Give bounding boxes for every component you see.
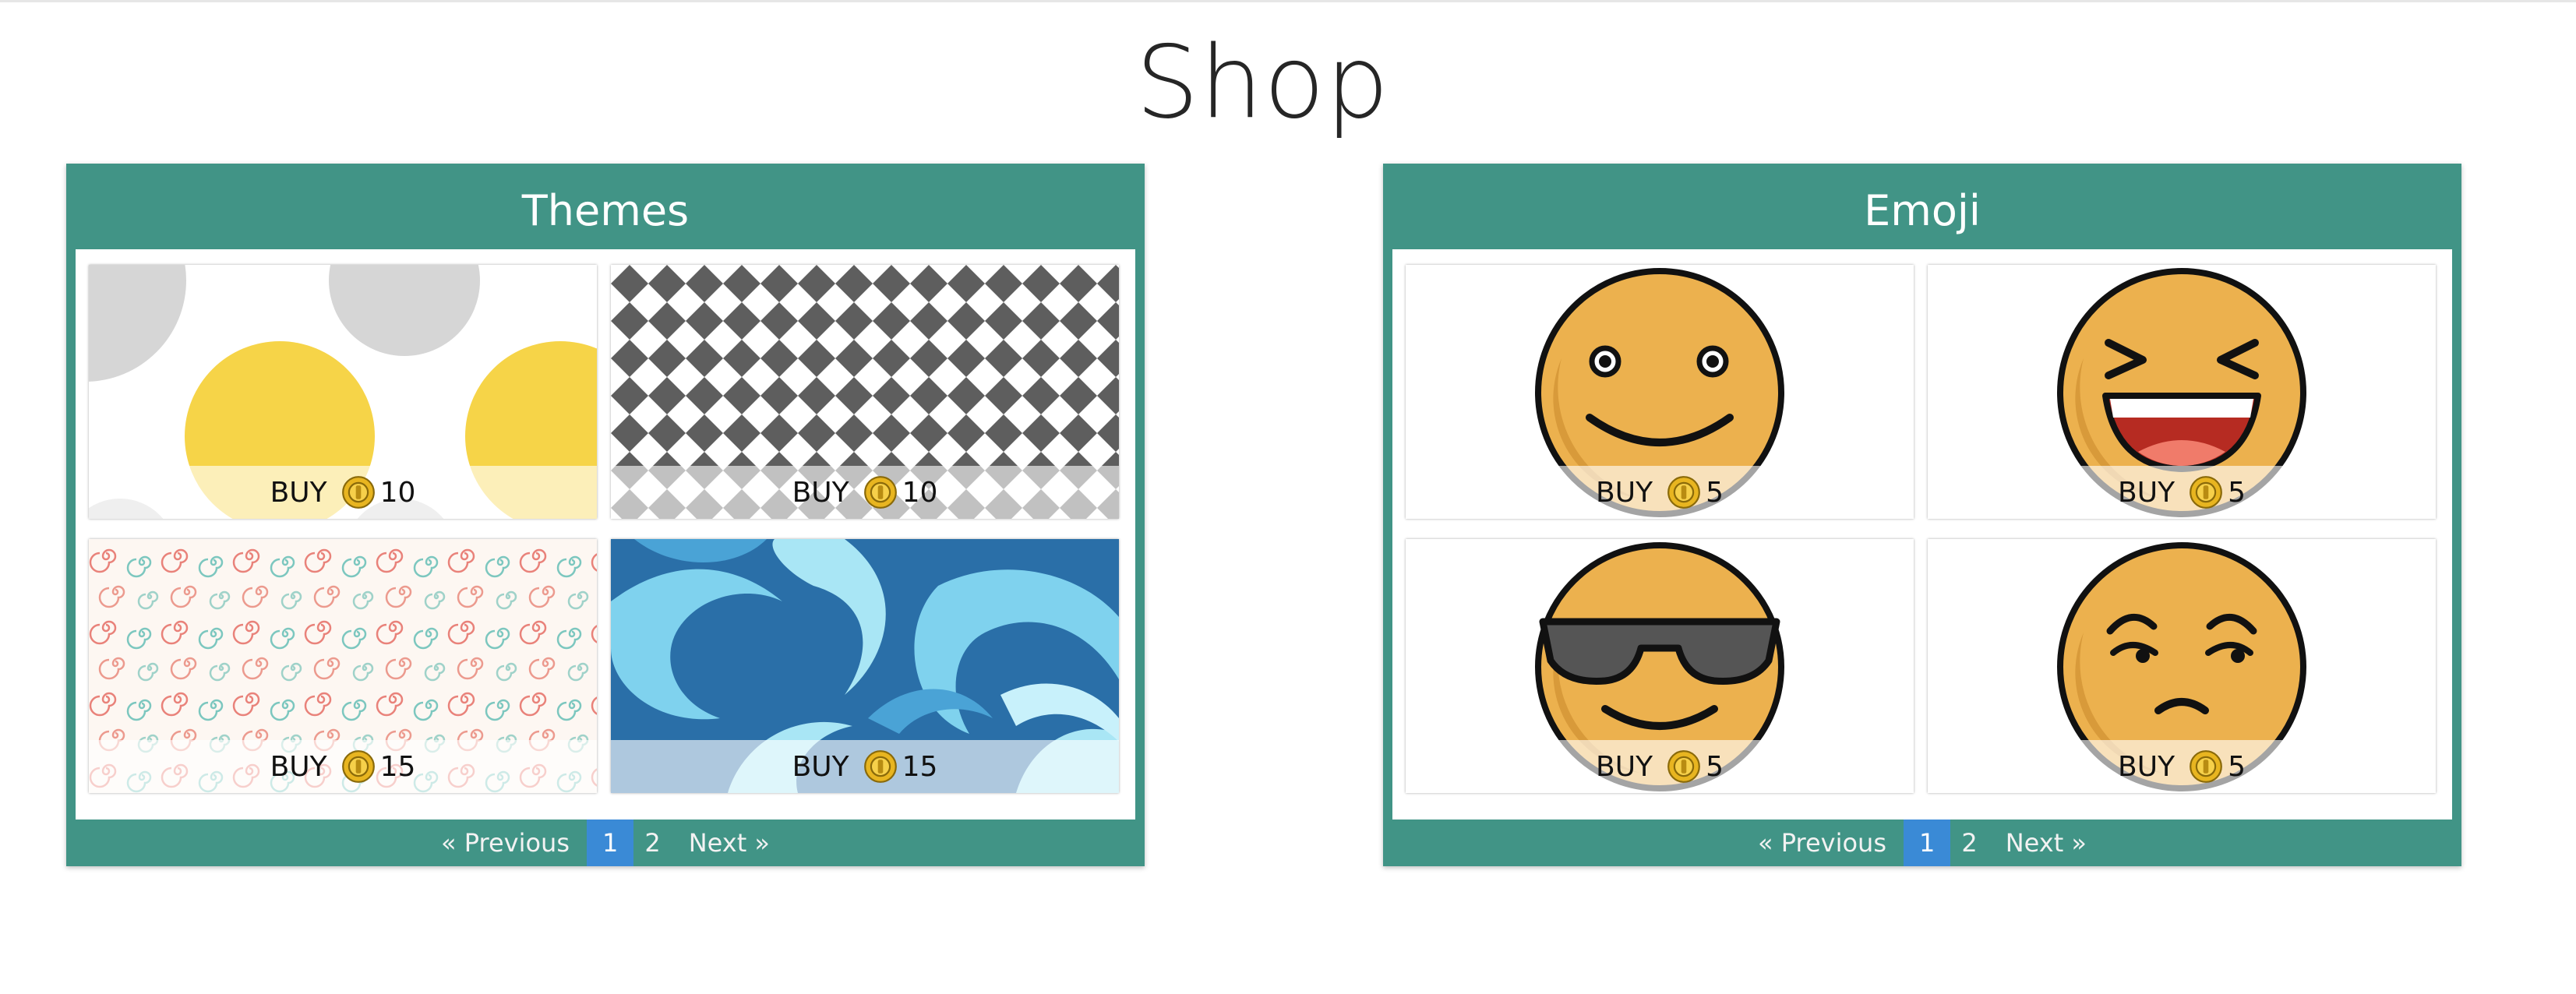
theme-item-waves-blue[interactable]: BUY 15 [611,539,1119,793]
buy-label: BUY [792,750,849,783]
price: 5 [2228,476,2246,509]
coin-icon [341,750,375,783]
emoji-pagination: « Previous 1 2 Next » [1383,820,2461,866]
themes-panel-title: Themes [521,186,690,235]
buy-button[interactable]: BUY 5 [1928,466,2436,519]
buy-label: BUY [1596,476,1653,509]
theme-item-checkered[interactable]: BUY 10 [611,265,1119,519]
theme-item-swirls-pastel[interactable]: BUY 15 [89,539,597,793]
page-link-1[interactable]: 1 [586,820,634,866]
next-page-link[interactable]: Next » [672,820,787,866]
coin-icon [2190,750,2222,783]
page-link-2[interactable]: 2 [1950,820,1988,866]
coin-icon [1667,476,1700,509]
coin-icon [2190,476,2222,509]
buy-button[interactable]: BUY 5 [1406,466,1914,519]
buy-label: BUY [792,476,849,509]
buy-label: BUY [2118,750,2175,783]
coin-icon [863,750,897,783]
price: 5 [2228,750,2246,783]
buy-button[interactable]: BUY 5 [1406,740,1914,793]
coin-icon [341,476,375,509]
page-link-2[interactable]: 2 [633,820,671,866]
emoji-item-sunglasses[interactable]: BUY 5 [1406,539,1914,793]
previous-page-link[interactable]: « Previous [424,820,587,866]
price: 15 [379,750,416,783]
coin-icon [1667,750,1700,783]
themes-pagination: « Previous 1 2 Next » [66,820,1145,866]
next-page-link[interactable]: Next » [1988,820,2104,866]
previous-page-link[interactable]: « Previous [1741,820,1904,866]
buy-button[interactable]: BUY 10 [89,466,597,519]
buy-label: BUY [270,476,327,509]
page-link-1[interactable]: 1 [1903,820,1951,866]
emoji-grid: BUY 5 BUY 5 BUY 5 BUY 5 [1392,249,2452,820]
buy-button[interactable]: BUY 15 [89,740,597,793]
coin-icon [863,476,897,509]
theme-item-polka-dots[interactable]: BUY 10 [89,265,597,519]
buy-button[interactable]: BUY 15 [611,740,1119,793]
price: 5 [1706,750,1724,783]
buy-button[interactable]: BUY 10 [611,466,1119,519]
emoji-panel-title: Emoji [1864,186,1981,235]
price: 5 [1706,476,1724,509]
buy-label: BUY [1596,750,1653,783]
emoji-item-laughing[interactable]: BUY 5 [1928,265,2436,519]
buy-button[interactable]: BUY 5 [1928,740,2436,793]
price: 10 [379,476,416,509]
buy-label: BUY [270,750,327,783]
themes-grid: BUY 10 BUY 10 BUY 15 BUY 15 [76,249,1135,820]
emoji-item-smile[interactable]: BUY 5 [1406,265,1914,519]
price: 10 [902,476,938,509]
page-title: Shop [1135,25,1390,141]
emoji-item-suspicious[interactable]: BUY 5 [1928,539,2436,793]
emoji-panel: Emoji BUY 5 BUY 5 BUY 5 BUY 5 « Previous… [1383,164,2461,866]
top-border [0,0,2576,2]
price: 15 [902,750,938,783]
themes-panel: Themes BUY 10 BUY 10 BUY 15 BUY 15 « Pre… [66,164,1145,866]
buy-label: BUY [2118,476,2175,509]
